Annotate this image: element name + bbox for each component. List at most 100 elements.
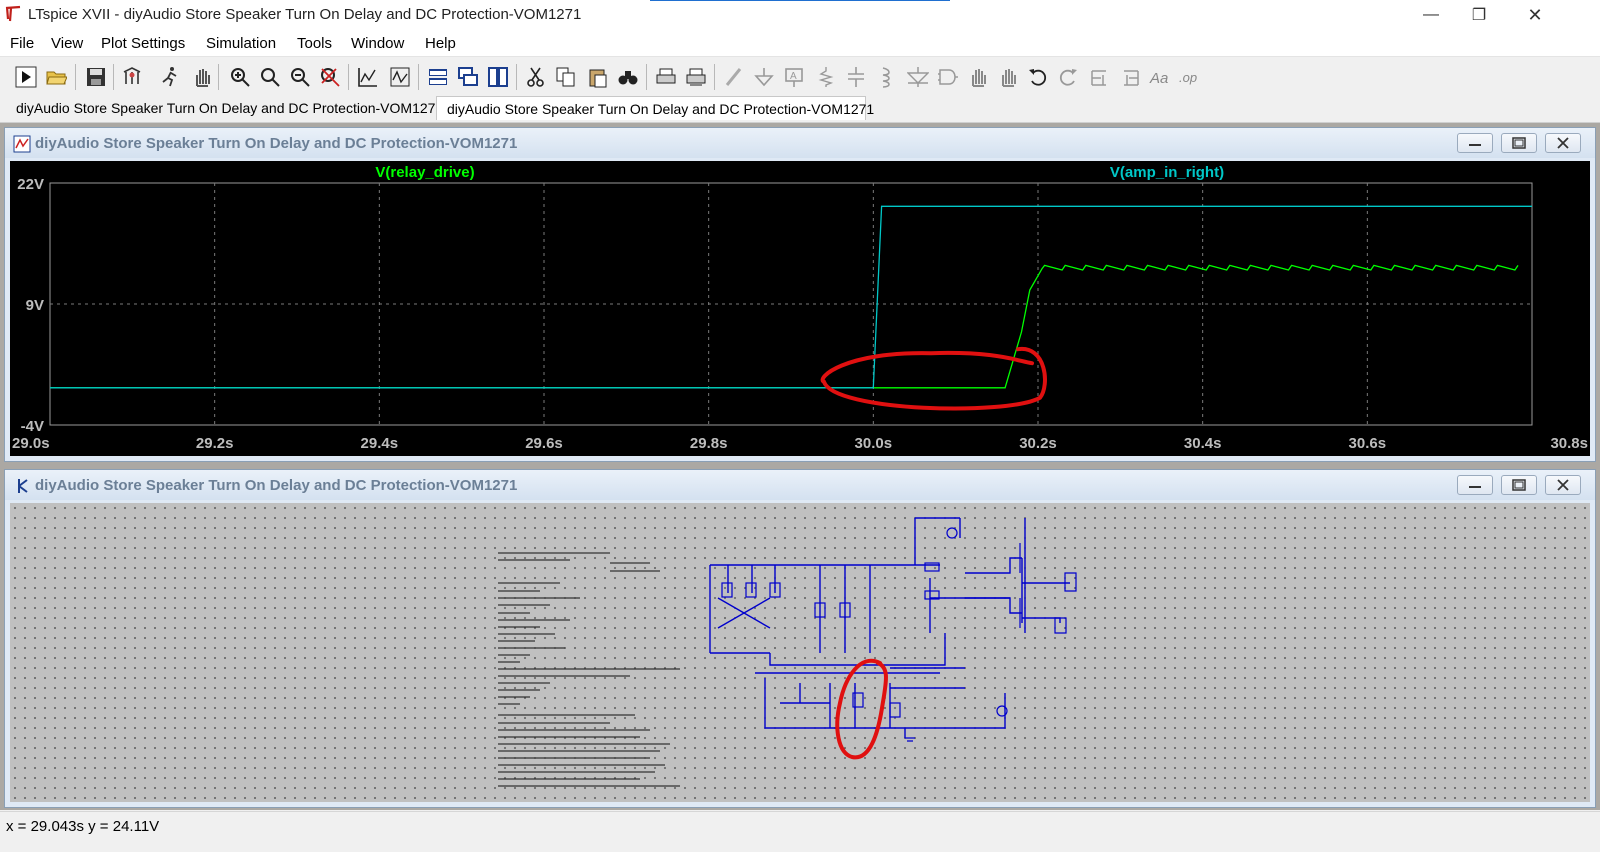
waveform-icon[interactable]: [388, 65, 412, 89]
menu-help[interactable]: Help: [425, 35, 456, 52]
x-tick-label: 29.8s: [690, 435, 728, 452]
save-icon[interactable]: [84, 65, 108, 89]
control-panel-icon[interactable]: [120, 65, 144, 89]
x-tick-label: 30.6s: [1349, 435, 1387, 452]
open-icon[interactable]: [44, 65, 68, 89]
spice-directive-icon[interactable]: .op: [1178, 65, 1202, 89]
mirror-icon[interactable]: [1118, 65, 1142, 89]
series-line-1: [50, 264, 1519, 389]
close-button[interactable]: ✕: [1512, 0, 1558, 30]
schematic-icon: [18, 479, 28, 493]
minimize-button[interactable]: —: [1408, 0, 1454, 30]
schematic-components: [721, 527, 1077, 742]
mdi-workspace: diyAudio Store Speaker Turn On Delay and…: [0, 123, 1600, 810]
ground-icon[interactable]: [752, 65, 776, 89]
rotate-icon[interactable]: [1088, 65, 1112, 89]
move-icon[interactable]: [966, 65, 990, 89]
tile-vertical-icon[interactable]: [486, 65, 510, 89]
menu-file[interactable]: File: [10, 35, 34, 52]
menu-view[interactable]: View: [51, 35, 83, 52]
inductor-icon[interactable]: [874, 65, 898, 89]
wire-icon[interactable]: [722, 65, 746, 89]
tile-horizontal-icon[interactable]: [426, 65, 450, 89]
toolbar-separator: [75, 64, 76, 90]
pan-icon[interactable]: [190, 65, 214, 89]
menu-simulation[interactable]: Simulation: [206, 35, 276, 52]
toolbar-separator: [646, 64, 647, 90]
drag-icon[interactable]: [996, 65, 1020, 89]
toolbar-separator: [113, 64, 114, 90]
zoom-in-icon[interactable]: [228, 65, 252, 89]
legend-label-1: V(relay_drive): [375, 164, 474, 181]
schematic-comment-block: [498, 552, 680, 787]
component-icon[interactable]: [936, 65, 960, 89]
menu-window[interactable]: Window: [351, 35, 404, 52]
menu-plot-settings[interactable]: Plot Settings: [101, 35, 185, 52]
toolbar-separator: [218, 64, 219, 90]
x-tick-label: 29.6s: [525, 435, 563, 452]
title-accent: [650, 0, 950, 1]
window-titlebar: LTspice XVII - diyAudio Store Speaker Tu…: [0, 0, 1600, 30]
schematic-canvas[interactable]: [10, 503, 1590, 802]
tab-waveform-label: diyAudio Store Speaker Turn On Delay and…: [447, 100, 875, 117]
menu-tools[interactable]: Tools: [297, 35, 332, 52]
waveform-plot[interactable]: 29.0s 29.2s 29.4s 29.6s 29.8s 30.0s 30.2s 30.4s…: [10, 161, 1590, 456]
cascade-icon[interactable]: [456, 65, 480, 89]
tab-schematic[interactable]: diyAudio Store Speaker Turn On Delay and…: [6, 96, 443, 120]
print-setup-icon[interactable]: [684, 65, 708, 89]
undo-icon[interactable]: [1026, 65, 1050, 89]
document-tabs: diyAudio Store Speaker Turn On Delay and…: [0, 94, 1600, 123]
label-icon[interactable]: A: [782, 65, 806, 89]
annotation-circle: [820, 347, 1047, 411]
cursor-readout: x = 29.043s y = 24.11V: [6, 818, 160, 835]
restore-button[interactable]: ❐: [1456, 0, 1502, 30]
ltspice-app-icon: [5, 5, 21, 22]
y-tick-label: -4V: [21, 418, 44, 435]
svg-text:Aa: Aa: [1149, 70, 1168, 87]
copy-icon[interactable]: [554, 65, 578, 89]
svg-text:A: A: [790, 71, 797, 82]
toolbar: A Aa .op: [0, 56, 1600, 95]
x-tick-label: 30.4s: [1184, 435, 1222, 452]
zoom-cancel-icon[interactable]: [318, 65, 342, 89]
schematic-window-titlebar[interactable]: diyAudio Store Speaker Turn On Delay and…: [5, 470, 1595, 500]
text-icon[interactable]: Aa: [1148, 65, 1172, 89]
legend-label-2: V(amp_in_right): [1110, 164, 1224, 181]
schematic-maximize-button[interactable]: [1501, 475, 1537, 495]
schematic-annotation-circle: [835, 658, 888, 760]
resistor-icon[interactable]: [814, 65, 838, 89]
waveform-minimize-button[interactable]: [1457, 133, 1493, 153]
cut-icon[interactable]: [524, 65, 548, 89]
print-icon[interactable]: [654, 65, 678, 89]
zoom-out-icon[interactable]: [288, 65, 312, 89]
schematic-drawing[interactable]: [10, 503, 1590, 803]
run-icon[interactable]: [14, 65, 38, 89]
zoom-area-icon[interactable]: [258, 65, 282, 89]
waveform-maximize-button[interactable]: [1501, 133, 1537, 153]
autorange-icon[interactable]: [356, 65, 380, 89]
waveform-window-titlebar[interactable]: diyAudio Store Speaker Turn On Delay and…: [5, 128, 1595, 158]
waveform-window-title: diyAudio Store Speaker Turn On Delay and…: [35, 135, 518, 152]
status-bar: x = 29.043s y = 24.11V: [0, 811, 1600, 852]
schematic-close-button[interactable]: [1545, 475, 1581, 495]
toolbar-separator: [348, 64, 349, 90]
x-tick-label: 30.2s: [1019, 435, 1057, 452]
menu-bar: File View Plot Settings Simulation Tools…: [0, 30, 1600, 56]
x-tick-label: 30.0s: [855, 435, 893, 452]
schematic-window-title: diyAudio Store Speaker Turn On Delay and…: [35, 477, 518, 494]
x-tick-label: 29.4s: [361, 435, 399, 452]
redo-icon[interactable]: [1056, 65, 1080, 89]
paste-icon[interactable]: [586, 65, 610, 89]
capacitor-icon[interactable]: [844, 65, 868, 89]
diode-icon[interactable]: [906, 65, 930, 89]
waveform-icon: [13, 135, 31, 153]
waveform-close-button[interactable]: [1545, 133, 1581, 153]
find-icon[interactable]: [616, 65, 640, 89]
toolbar-separator: [516, 64, 517, 90]
svg-text:.op: .op: [1179, 70, 1197, 85]
run-sim-icon[interactable]: [158, 65, 182, 89]
tab-waveform[interactable]: diyAudio Store Speaker Turn On Delay and…: [436, 96, 874, 120]
waveform-plot-area[interactable]: 29.0s 29.2s 29.4s 29.6s 29.8s 30.0s 30.2s 30.4s…: [10, 161, 1590, 456]
toolbar-separator: [418, 64, 419, 90]
schematic-minimize-button[interactable]: [1457, 475, 1493, 495]
